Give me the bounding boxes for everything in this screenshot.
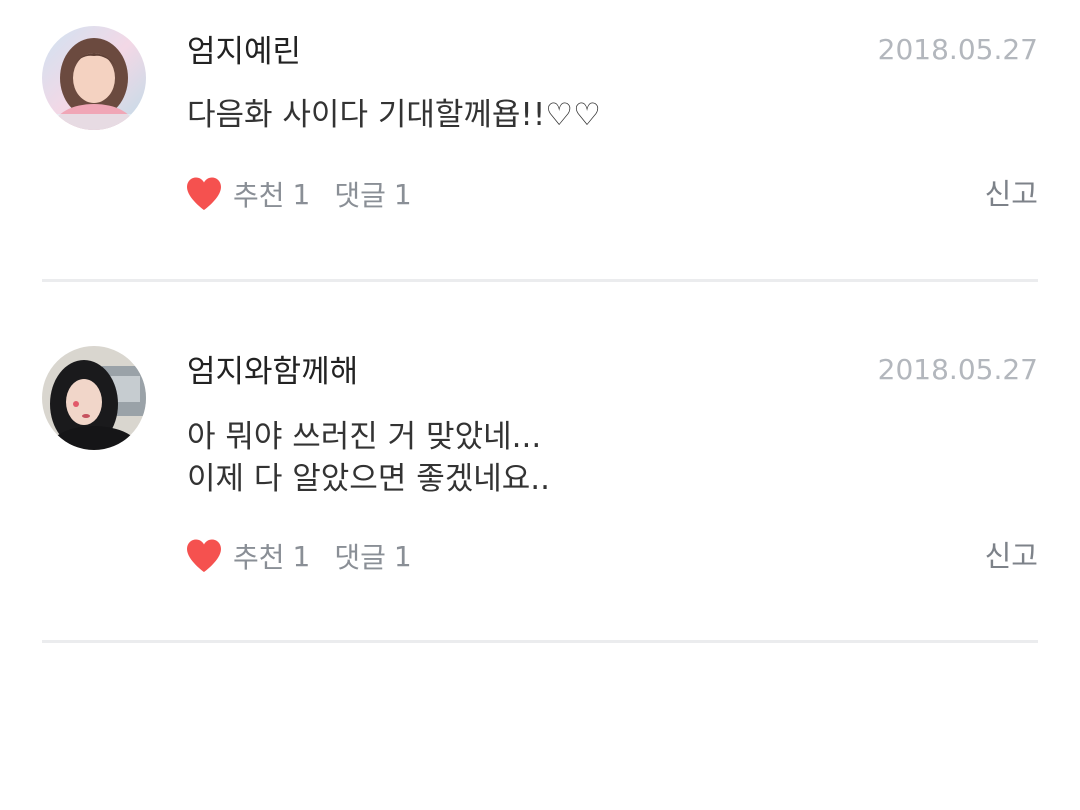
comment-actions: 추천 1 댓글 1 [185, 536, 412, 576]
avatar-photo [42, 346, 146, 450]
avatar-photo [42, 26, 146, 130]
comment-body: 다음화 사이다 기대할께욥!!♡♡ [187, 94, 1027, 136]
comment-actions: 추천 1 댓글 1 [185, 174, 412, 214]
reply-button[interactable]: 댓글 1 [334, 174, 411, 214]
avatar[interactable] [42, 346, 146, 450]
reply-count: 1 [393, 539, 412, 573]
comment-line: 이제 다 알았으면 좋겠네요.. [187, 461, 550, 497]
heart-icon [187, 539, 221, 572]
like-button[interactable] [185, 538, 223, 574]
like-count: 1 [292, 177, 311, 211]
like-count: 1 [292, 539, 311, 573]
report-button[interactable]: 신고 [985, 174, 1038, 214]
like-button[interactable] [185, 176, 223, 212]
comment-line: 다음화 사이다 기대할께욥!!♡♡ [187, 97, 601, 133]
comment-line: 아 뭐야 쓰러진 거 맞았네... [187, 419, 542, 455]
comment-item: 엄지와함께해 2018.05.27 아 뭐야 쓰러진 거 맞았네... 이제 다… [42, 346, 1038, 586]
comment-author[interactable]: 엄지와함께해 [187, 352, 358, 392]
like-label[interactable]: 추천 [233, 174, 285, 214]
like-label[interactable]: 추천 [233, 536, 285, 576]
reply-label[interactable]: 댓글 [334, 174, 386, 214]
comment-author[interactable]: 엄지예린 [187, 32, 301, 72]
comment-body: 아 뭐야 쓰러진 거 맞았네... 이제 다 알았으면 좋겠네요.. [187, 416, 1027, 500]
reply-button[interactable]: 댓글 1 [334, 536, 411, 576]
comment-date: 2018.05.27 [877, 33, 1038, 66]
reply-count: 1 [393, 177, 412, 211]
divider [42, 279, 1038, 282]
comment-item: 엄지예린 2018.05.27 다음화 사이다 기대할께욥!!♡♡ 추천 1 댓… [42, 26, 1038, 256]
reply-label[interactable]: 댓글 [334, 536, 386, 576]
heart-icon [187, 177, 221, 210]
divider [42, 640, 1038, 643]
comment-date: 2018.05.27 [877, 353, 1038, 386]
avatar[interactable] [42, 26, 146, 130]
report-button[interactable]: 신고 [985, 536, 1038, 576]
